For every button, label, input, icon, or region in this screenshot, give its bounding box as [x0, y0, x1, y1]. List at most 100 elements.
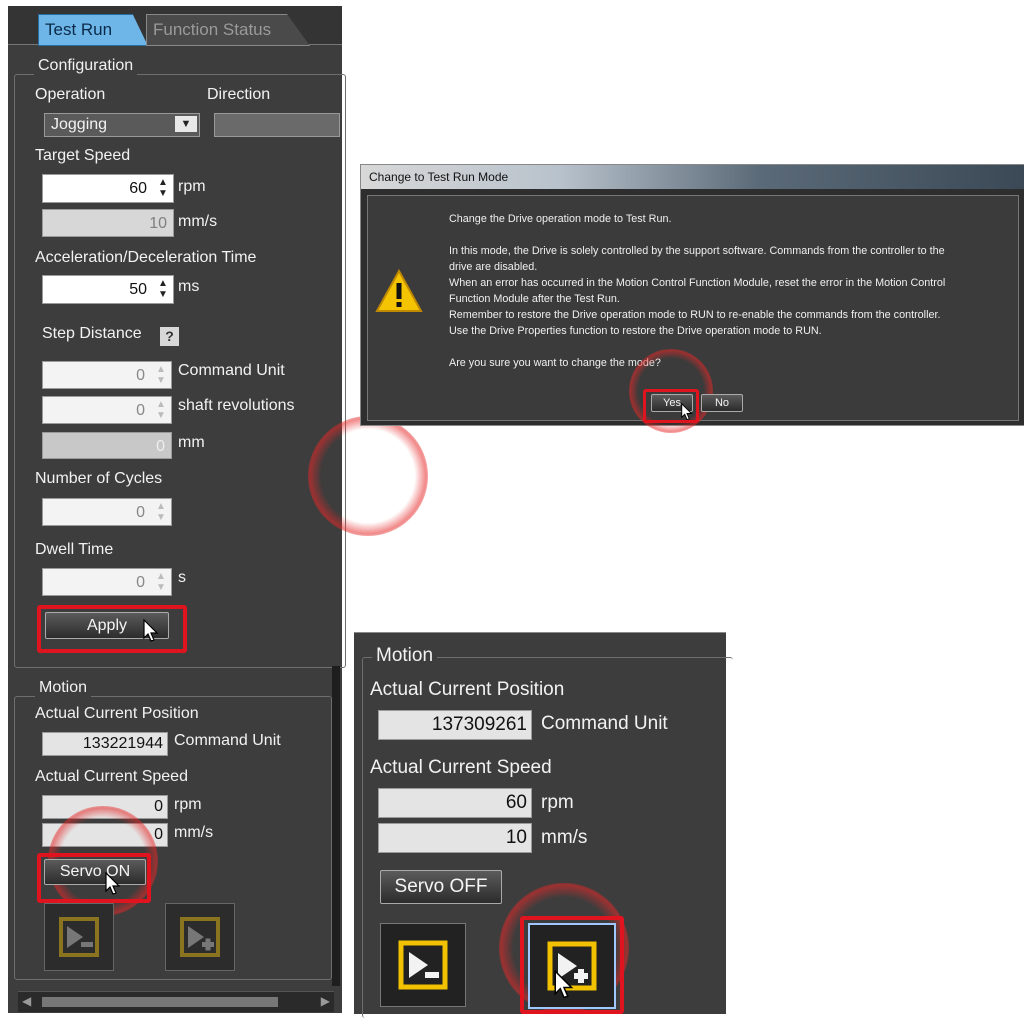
scrollbar-thumb[interactable] — [42, 997, 278, 1007]
motion2-position-field: 137309261 — [378, 710, 532, 740]
jog-reverse-button[interactable] — [44, 903, 114, 971]
step-distance-unit: Command Unit — [178, 362, 285, 379]
position-unit: Command Unit — [174, 732, 281, 749]
help-icon-text: ? — [165, 328, 174, 344]
jog-reverse-icon — [59, 917, 99, 957]
dwell-time-label: Dwell Time — [35, 541, 114, 558]
dialog-line: When an error has occurred in the Motion… — [449, 277, 946, 289]
step-mm-unit: mm — [178, 434, 205, 451]
jog-reverse-icon — [398, 940, 448, 990]
shaft-revolutions-value: 0 — [136, 402, 145, 419]
spin-arrows-icon[interactable]: ▲ ▼ — [156, 177, 170, 199]
dialog-line — [449, 339, 1019, 355]
dialog-line: Use the Drive Properties function to res… — [449, 325, 822, 337]
warning-icon — [375, 269, 423, 312]
spin-arrows-icon: ▲ ▼ — [156, 364, 166, 386]
cursor-icon — [143, 619, 159, 642]
step-distance-value: 0 — [136, 367, 145, 384]
configuration-title: Configuration — [34, 57, 138, 75]
test-run-panel: Test Run Function Status Configuration O… — [8, 6, 428, 1013]
step-distance-input: 0 ▲ ▼ — [42, 361, 172, 389]
help-icon[interactable]: ? — [160, 327, 179, 346]
change-mode-dialog: Change to Test Run Mode Change the Drive… — [360, 164, 1024, 433]
speed-rpm-unit: rpm — [174, 796, 202, 813]
spin-arrows-icon[interactable]: ▲ ▼ — [156, 278, 170, 300]
motion-panel-running: Motion Actual Current Position 137309261… — [354, 632, 733, 1018]
step-distance-label: Step Distance — [42, 325, 142, 342]
accel-input[interactable]: 50 ▲ ▼ — [42, 275, 174, 304]
accel-label: Acceleration/Deceleration Time — [35, 249, 257, 266]
dialog-line: In this mode, the Drive is solely contro… — [449, 245, 945, 257]
cursor-icon — [554, 970, 574, 999]
dialog-no-button[interactable]: No — [701, 394, 743, 412]
operation-select[interactable]: Jogging ▼ — [44, 113, 200, 137]
apply-highlight — [37, 605, 187, 653]
motion2-position-unit: Command Unit — [541, 713, 668, 734]
step-mm-field: 0 — [42, 432, 172, 459]
jog-forward-button[interactable] — [165, 903, 235, 971]
servo-off-button[interactable]: Servo OFF — [380, 870, 502, 904]
motion2-position-value: 137309261 — [431, 714, 527, 735]
vertical-scrollbar[interactable] — [332, 666, 340, 986]
spin-arrows-icon: ▲ ▼ — [156, 501, 166, 523]
spin-arrows-icon: ▲ ▼ — [156, 399, 166, 421]
dialog-line — [449, 227, 1019, 243]
dialog-line: drive are disabled. — [449, 261, 538, 273]
horizontal-scrollbar[interactable]: ◀ ▶ — [18, 991, 334, 1012]
dialog-titlebar: Change to Test Run Mode — [361, 165, 1024, 189]
target-speed-mm-value: 10 — [149, 215, 167, 232]
click-glow — [308, 416, 428, 536]
target-speed-mm-unit: mm/s — [178, 213, 218, 230]
tab-function-status[interactable]: Function Status — [146, 14, 310, 46]
target-speed-input[interactable]: 60 ▲ ▼ — [42, 174, 174, 203]
scroll-left-icon[interactable]: ◀ — [22, 994, 31, 1008]
target-speed-unit: rpm — [178, 178, 206, 195]
step-mm-value: 0 — [156, 438, 165, 455]
position-field: 133221944 — [42, 732, 168, 756]
motion2-speed-label: Actual Current Speed — [370, 757, 552, 778]
motion2-speed-rpm-value: 60 — [505, 792, 527, 813]
jog-reverse-button[interactable] — [380, 923, 466, 1007]
operation-select-value: Jogging — [51, 116, 108, 133]
dialog-line: Remember to restore the Drive operation … — [449, 309, 941, 321]
cursor-icon — [681, 403, 693, 421]
speed-rpm-value: 0 — [154, 798, 163, 815]
motion2-title: Motion — [372, 645, 438, 667]
motion2-speed-rpm-field: 60 — [378, 788, 532, 818]
shaft-revolutions-input: 0 ▲ ▼ — [42, 396, 172, 424]
speed-label: Actual Current Speed — [35, 768, 188, 785]
target-speed-label: Target Speed — [35, 147, 131, 164]
motion2-speed-mm-unit: mm/s — [541, 827, 588, 848]
dialog-no-label: No — [714, 397, 730, 409]
accel-unit: ms — [178, 278, 200, 295]
dialog-message: Change the Drive operation mode to Test … — [449, 211, 1019, 371]
target-speed-mm-field: 10 — [42, 209, 174, 237]
jog-forward-icon — [180, 917, 220, 957]
motion2-speed-rpm-unit: rpm — [541, 792, 574, 813]
accel-value: 50 — [129, 281, 147, 298]
target-speed-value: 60 — [129, 180, 147, 197]
dwell-time-unit: s — [178, 569, 186, 586]
scroll-right-icon[interactable]: ▶ — [321, 994, 330, 1008]
servo-on-highlight — [37, 853, 151, 903]
speed-mm-unit: mm/s — [174, 824, 214, 841]
tab-function-status-label: Function Status — [153, 20, 272, 39]
number-of-cycles-value: 0 — [136, 504, 145, 521]
dwell-time-input: 0 ▲ ▼ — [42, 568, 172, 596]
speed-mm-value: 0 — [154, 826, 163, 843]
position-label: Actual Current Position — [35, 705, 199, 722]
direction-select[interactable] — [214, 113, 340, 137]
spin-arrows-icon: ▲ ▼ — [156, 571, 166, 593]
motion2-position-label: Actual Current Position — [370, 679, 565, 700]
servo-off-button-label: Servo OFF — [394, 876, 488, 897]
cursor-icon — [105, 872, 121, 895]
operation-label: Operation — [35, 86, 106, 103]
number-of-cycles-label: Number of Cycles — [35, 470, 163, 487]
dialog-title: Change to Test Run Mode — [369, 170, 509, 184]
tab-test-run[interactable]: Test Run — [38, 14, 148, 46]
motion2-speed-mm-value: 10 — [505, 827, 527, 848]
motion-title: Motion — [35, 679, 92, 697]
motion2-speed-mm-field: 10 — [378, 823, 532, 853]
tab-test-run-label: Test Run — [45, 20, 113, 39]
dialog-line: Are you sure you want to change the mode… — [449, 357, 661, 369]
